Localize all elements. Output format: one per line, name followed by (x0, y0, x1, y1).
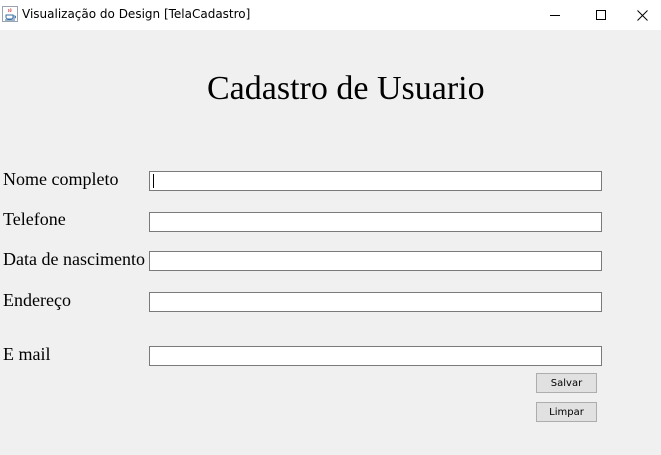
window-title: Visualização do Design [TelaCadastro] (22, 7, 251, 21)
form-panel: Cadastro de Usuario Nome completo Telefo… (0, 30, 661, 455)
java-coffee-icon (2, 6, 18, 22)
text-caret (153, 174, 154, 188)
label-email: E mail (3, 344, 51, 364)
save-button[interactable]: Salvar (536, 373, 597, 393)
email-field[interactable] (149, 346, 602, 366)
page-title: Cadastro de Usuario (207, 70, 485, 107)
minimize-icon (550, 15, 560, 16)
label-address: Endereço (3, 290, 71, 310)
close-button[interactable] (624, 0, 661, 30)
full-name-field[interactable] (149, 171, 602, 191)
minimize-button[interactable] (532, 0, 578, 30)
phone-field[interactable] (149, 212, 602, 232)
label-phone: Telefone (3, 209, 66, 229)
close-icon (637, 9, 648, 21)
clear-button[interactable]: Limpar (536, 402, 597, 422)
window-titlebar[interactable]: Visualização do Design [TelaCadastro] (0, 0, 661, 30)
address-field[interactable] (149, 292, 602, 312)
birth-date-field[interactable] (149, 251, 602, 271)
label-full-name: Nome completo (3, 169, 119, 189)
maximize-button[interactable] (578, 0, 624, 30)
maximize-icon (596, 10, 606, 20)
label-birth-date: Data de nascimento (3, 249, 145, 269)
